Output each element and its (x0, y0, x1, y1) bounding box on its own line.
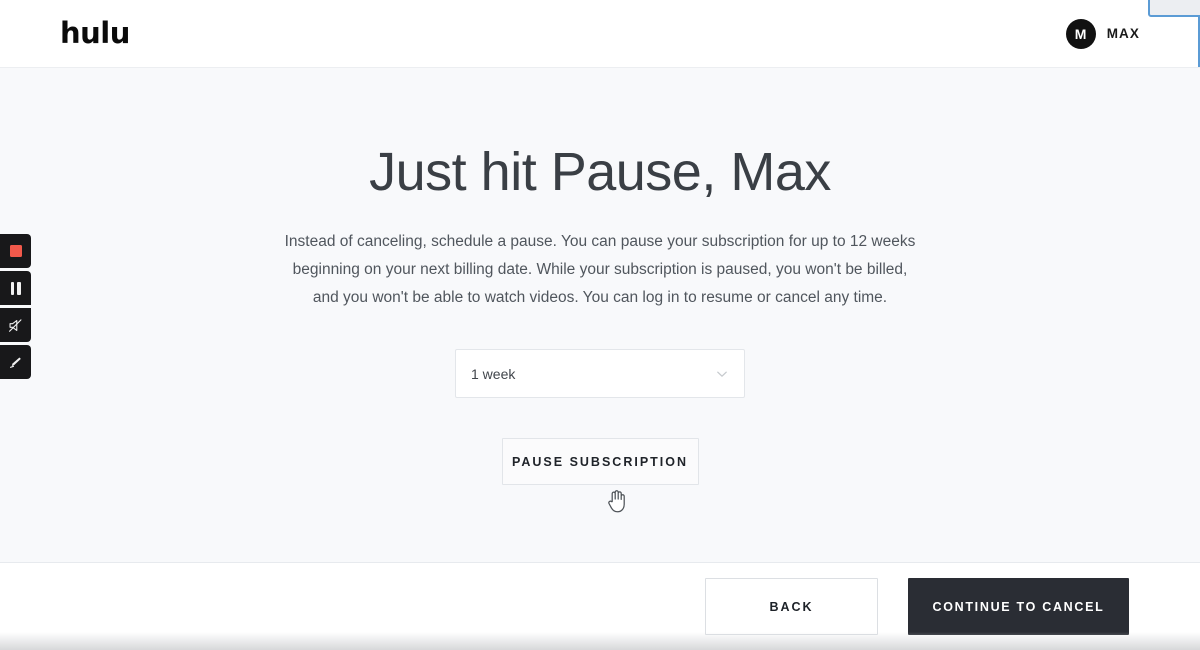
pause-recording-button[interactable] (0, 271, 31, 305)
pause-duration-value: 1 week (471, 365, 516, 382)
hulu-logo[interactable]: hulu (60, 19, 130, 48)
screen-recorder-toolbar (0, 234, 31, 379)
account-name-label: MAX (1106, 26, 1140, 41)
chevron-down-icon (715, 367, 729, 381)
mute-audio-button[interactable] (0, 308, 31, 342)
main-content: Just hit Pause, Max Instead of canceling… (0, 68, 1200, 563)
pen-icon (7, 354, 24, 371)
hulu-cancel-flow-page: hulu M MAX Just hit Pause, Max Instead o… (0, 0, 1200, 650)
account-area[interactable]: M MAX (1065, 18, 1140, 49)
draw-annotate-button[interactable] (0, 345, 31, 379)
page-description: Instead of canceling, schedule a pause. … (284, 233, 916, 306)
site-header: hulu M MAX (0, 0, 1200, 68)
pause-duration-select[interactable]: 1 week (455, 349, 745, 399)
back-button[interactable]: BACK (705, 578, 878, 635)
continue-to-cancel-button[interactable]: CONTINUE TO CANCEL (908, 578, 1129, 635)
stop-square-icon (9, 245, 22, 257)
pause-bars-icon (10, 281, 21, 295)
pointing-hand-cursor (605, 488, 627, 514)
footer-action-bar: BACK CONTINUE TO CANCEL (0, 563, 1200, 650)
browser-overlay-chip[interactable] (1148, 0, 1200, 17)
speaker-muted-icon (7, 317, 24, 334)
page-title: Just hit Pause, Max (369, 142, 831, 202)
pause-duration-field: 1 week (455, 349, 745, 399)
avatar[interactable]: M (1065, 18, 1096, 49)
stop-recording-button[interactable] (0, 234, 31, 268)
pause-subscription-button[interactable]: PAUSE SUBSCRIPTION (501, 438, 699, 486)
